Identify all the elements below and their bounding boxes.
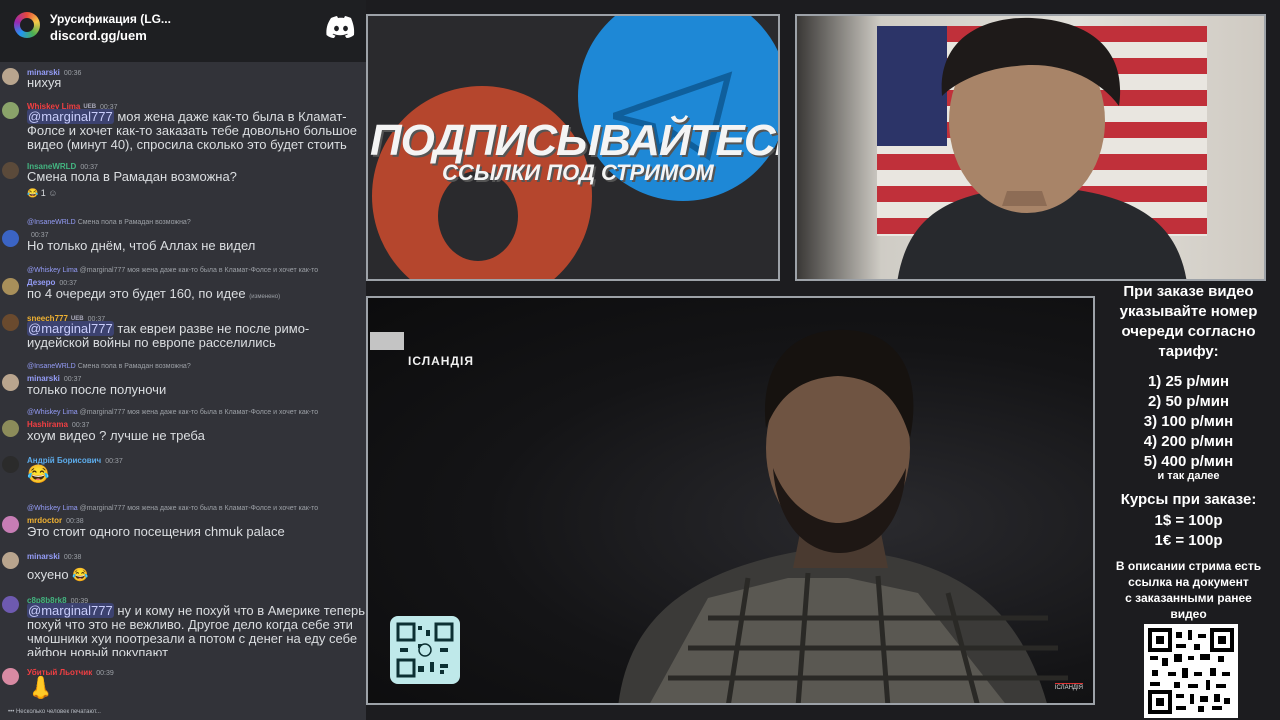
chat-message: Whiskey Lima UEB 00:37 @marginal777 моя же…	[0, 98, 366, 154]
channel-watermark: ІСЛАНДІЯ	[1054, 683, 1083, 691]
message-text: @marginal777 ну и кому не похуй что в Ам…	[27, 603, 366, 656]
chat-header: Урусификация (LG... discord.gg/uem	[0, 0, 366, 62]
chat-message: @InsaneWRLD Смена пола в Рамадан возможн…	[0, 358, 366, 400]
chat-message: @Whiskey Lima @marginal777 моя жена даже…	[0, 404, 366, 448]
promo-banner: ПОДПИСЫВАЙТЕСЬ ССЫЛКИ ПОД СТРИМОМ	[366, 14, 780, 281]
nose-emoji-icon: 👃	[27, 675, 55, 700]
avatar	[2, 278, 19, 295]
message-text: Это стоит одного посещения chmuk palace	[27, 524, 285, 539]
message-text: хоум видео ? лучше не треба	[27, 428, 205, 443]
chat-message: InsaneWRLD 00:37 Смена пола в Рамадан воз…	[0, 158, 366, 202]
avatar	[2, 162, 19, 179]
message-text: @marginal777 так евреи разве не после ри…	[27, 321, 310, 350]
promo-title: ПОДПИСЫВАЙТЕСЬ	[370, 116, 780, 165]
avatar	[2, 102, 19, 119]
reaction[interactable]: 😂 1 ☺	[27, 186, 57, 200]
avatar	[2, 516, 19, 533]
order-info-panel: При заказе видео указывайте номер очеред…	[1097, 282, 1280, 720]
tariff-item: 5) 400 р/мин	[1143, 453, 1234, 470]
message-text: по 4 очереди это будет 160, по идее (изм…	[27, 286, 281, 301]
message-text: @marginal777 моя жена даже как-то была в…	[27, 109, 357, 152]
streamer-webcam	[795, 14, 1266, 281]
message-text: Смена пола в Рамадан возможна?	[27, 169, 237, 184]
discord-logo-icon	[326, 16, 355, 38]
chat-message: minarski 00:36 нихуя	[0, 64, 366, 94]
order-instructions: При заказе видео указывайте номер очеред…	[1119, 283, 1258, 360]
streamer-figure	[897, 17, 1187, 279]
avatar	[2, 230, 19, 247]
server-invite-link[interactable]: discord.gg/uem	[50, 28, 147, 43]
user-mention[interactable]: @marginal777	[27, 603, 114, 618]
avatar	[2, 668, 19, 685]
avatar	[2, 552, 19, 569]
avatar	[2, 420, 19, 437]
message-text: 👃	[27, 676, 366, 700]
message-text: Но только днём, чтоб Аллах не видел	[27, 238, 256, 253]
chat-message: @Whiskey Lima @marginal777 моя жена даже…	[0, 262, 366, 304]
avatar	[2, 68, 19, 85]
tariff-item: 4) 200 р/мин	[1143, 433, 1234, 450]
tariff-item: 2) 50 р/мин	[1147, 393, 1230, 410]
chat-message: Убитый Льотчик 00:39 👃	[0, 664, 366, 706]
qr-code-icon	[1148, 628, 1234, 714]
tariff-list: 1) 25 р/мин 2) 50 р/мин 3) 100 р/мин 4) …	[1097, 372, 1280, 472]
avatar	[2, 314, 19, 331]
interviewee-figure	[618, 329, 1068, 703]
user-mention[interactable]: @marginal777	[27, 321, 114, 336]
tariff-item: 1) 25 р/мин	[1147, 373, 1230, 390]
message-text: только после полуночи	[27, 382, 167, 397]
qr-code-document[interactable]	[1144, 624, 1238, 718]
avatar	[2, 596, 19, 613]
laughing-emoji-icon: 😂	[27, 464, 50, 484]
description-note: В описании стрима есть ссылка на докумен…	[1115, 559, 1262, 621]
chat-message: sneech777 UEB 00:37 @marginal777 так евреи…	[0, 310, 366, 352]
chat-message: @InsaneWRLD Смена пола в Рамадан возможн…	[0, 214, 366, 258]
server-icon[interactable]	[14, 12, 40, 38]
avatar	[2, 456, 19, 473]
qr-code-icon	[396, 622, 454, 678]
typing-indicator: ••• Несколько человек печатают...	[8, 709, 101, 715]
server-name: Урусификация (LG...	[50, 12, 171, 26]
avatar	[2, 374, 19, 391]
tariff-more-note: и так далее	[1157, 470, 1220, 482]
promo-subtitle: ССЫЛКИ ПОД СТРИМОМ	[442, 160, 714, 185]
main-video-player[interactable]: ІСЛАНДІЯ ІСЛАНДІЯ	[366, 296, 1095, 705]
chat-message: Андрій Борисович 00:37 😂	[0, 452, 366, 496]
stream-layout: Урусификация (LG... discord.gg/uem minar…	[0, 0, 1280, 720]
exchange-rates-heading: Курсы при заказе:	[1120, 491, 1257, 508]
message-text: нихуя	[27, 75, 62, 90]
tariff-item: 3) 100 р/мин	[1143, 413, 1234, 430]
message-author: minarski 00:38	[27, 552, 82, 561]
user-mention[interactable]: @marginal777	[27, 109, 114, 124]
location-label: ІСЛАНДІЯ	[408, 354, 474, 368]
chat-message: @Whiskey Lima @marginal777 моя жена даже…	[0, 500, 366, 544]
qr-code-small[interactable]	[390, 616, 460, 684]
location-bar	[370, 332, 404, 350]
rate-eur: 1€ = 100р	[1154, 532, 1223, 549]
message-text: 😂	[27, 464, 366, 484]
message-text: охуено 😂	[27, 567, 89, 582]
chat-message: c8p8b8rk8 00:39 @marginal777 ну и кому не…	[0, 592, 366, 656]
chat-message: minarski 00:38 охуено 😂	[0, 548, 366, 588]
rate-usd: 1$ = 100р	[1154, 512, 1223, 529]
reply-preview[interactable]: @InsaneWRLD Смена пола в Рамадан возможн…	[27, 216, 191, 230]
discord-chat-panel: Урусификация (LG... discord.gg/uem minar…	[0, 0, 366, 720]
